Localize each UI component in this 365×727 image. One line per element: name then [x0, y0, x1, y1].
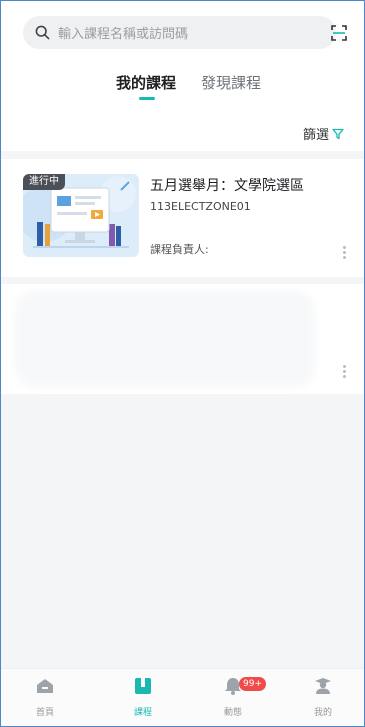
search-input[interactable]: 輸入課程名稱或訪問碼	[58, 23, 188, 42]
nav-item-profile[interactable]: 我的	[293, 677, 353, 718]
bottom-navigation: 首頁 課程 動態 我的	[1, 668, 364, 726]
tab-discover-courses[interactable]: 發現課程	[201, 72, 261, 93]
home-icon	[37, 679, 53, 693]
course-owner-label: 課程負責人:	[150, 243, 209, 256]
nav-label-courses: 課程	[133, 708, 152, 718]
nav-item-courses[interactable]: 課程	[113, 677, 173, 718]
app-frame: 輸入課程名稱或訪問碼 我的課程 發現課程 篩選 進行中 五月選舉月：文學院選區 …	[0, 0, 365, 727]
search-icon	[35, 25, 50, 40]
filter-label: 篩選	[303, 128, 330, 143]
nav-label-activity: 動態	[223, 708, 242, 718]
active-tab-indicator	[139, 97, 155, 100]
filter-icon	[332, 128, 344, 139]
more-options-icon[interactable]	[343, 246, 347, 260]
course-title[interactable]: 五月選舉月：文學院選區	[150, 175, 304, 195]
nav-label-home: 首頁	[35, 708, 54, 718]
nav-item-home[interactable]: 首頁	[15, 677, 75, 718]
filter-button[interactable]: 篩選	[303, 124, 344, 143]
book-icon	[135, 678, 151, 694]
more-options-icon[interactable]	[343, 365, 347, 379]
search-bar[interactable]: 輸入課程名稱或訪問碼	[23, 16, 336, 49]
notification-badge: 99+	[239, 677, 266, 691]
scan-icon[interactable]	[331, 25, 347, 41]
obscured-content	[15, 291, 315, 387]
tab-my-courses[interactable]: 我的課程	[116, 72, 176, 93]
course-tabs: 我的課程 發現課程	[1, 68, 364, 108]
nav-label-profile: 我的	[313, 708, 332, 718]
course-code: 113ELECTZONE01	[150, 200, 251, 213]
profile-icon	[315, 678, 331, 694]
status-badge: 進行中	[23, 174, 65, 190]
